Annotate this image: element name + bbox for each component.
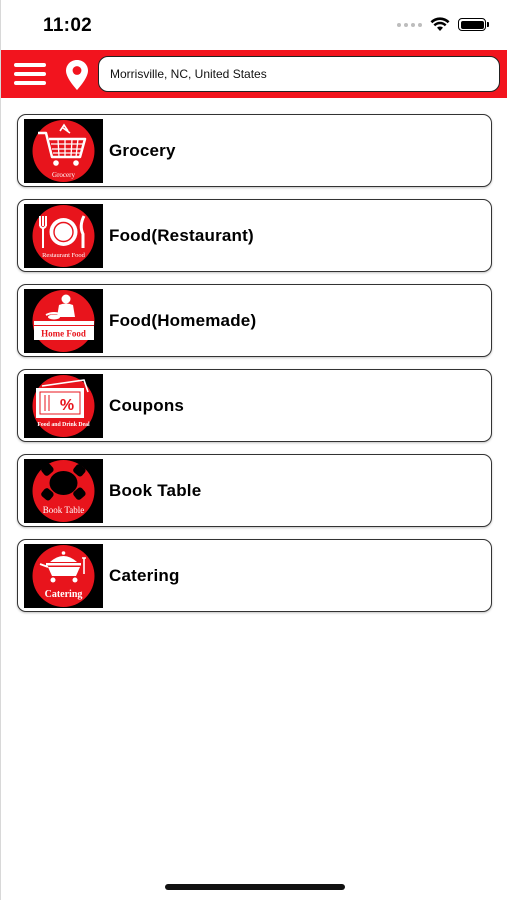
category-item-homemade[interactable]: Home Food Food(Homemade) [17,284,492,357]
category-label-book-table: Book Table [109,481,202,500]
home-food-icon: Home Food [24,289,103,353]
coupon-percent-icon: % Food and Drink Deal [24,374,103,438]
coupon-icon-caption: Food and Drink Deal [37,422,90,428]
book-table-icon-caption: Book Table [43,505,84,515]
category-item-grocery[interactable]: Grocery Grocery [17,114,492,187]
svg-text:%: % [60,397,74,414]
status-time: 11:02 [43,15,93,36]
category-item-coupons[interactable]: % Food and Drink Deal Coupons [17,369,492,442]
battery-icon [458,18,489,31]
category-item-book-table[interactable]: Book Table Book Table [17,454,492,527]
location-search-field[interactable] [98,56,500,92]
category-list: Grocery Grocery Restaurant Food Food(Res… [17,114,492,624]
app-header [1,50,507,98]
category-label-homemade: Food(Homemade) [109,311,257,330]
category-label-coupons: Coupons [109,396,185,415]
location-pin-icon[interactable] [64,59,90,91]
grocery-cart-icon: Grocery [24,119,103,183]
category-label-restaurant: Food(Restaurant) [109,226,254,245]
category-item-restaurant[interactable]: Restaurant Food Food(Restaurant) [17,199,492,272]
status-bar: 11:02 [1,0,507,50]
location-input[interactable] [108,66,499,82]
catering-cart-icon: Catering [24,544,103,608]
grocery-icon-caption: Grocery [52,171,75,179]
wifi-icon [430,17,450,31]
restaurant-icon-caption: Restaurant Food [42,252,86,259]
cellular-signal-icon [397,22,422,27]
category-label-catering: Catering [109,566,180,585]
category-item-catering[interactable]: Catering Catering [17,539,492,612]
category-label-grocery: Grocery [109,141,176,160]
status-icons [397,17,489,32]
catering-icon-caption: Catering [45,589,83,600]
home-food-icon-caption: Home Food [41,329,86,339]
home-indicator[interactable] [165,884,345,890]
restaurant-plate-icon: Restaurant Food [24,204,103,268]
book-table-icon: Book Table [24,459,103,523]
hamburger-menu-icon[interactable] [14,63,46,85]
